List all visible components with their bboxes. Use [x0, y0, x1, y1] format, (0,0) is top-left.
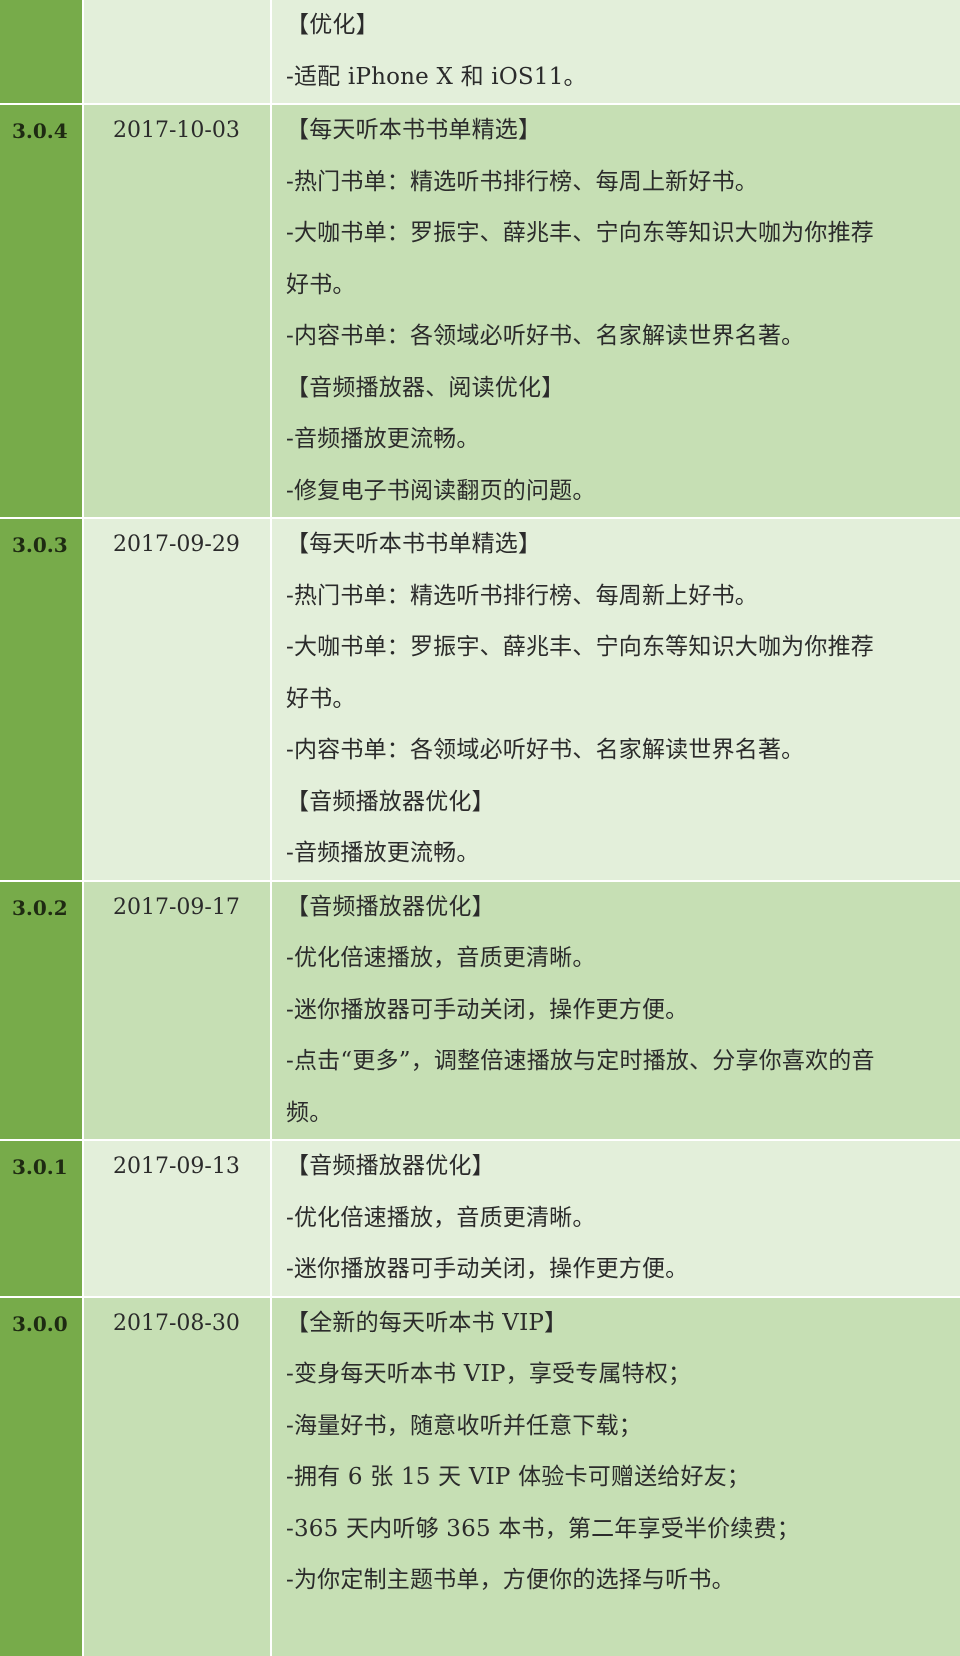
date-cell: 2017-09-13	[84, 1141, 272, 1296]
version-cell: 3.0.4	[0, 105, 84, 517]
note-line: -大咖书单：罗振宇、薛兆丰、宁向东等知识大咖为你推荐	[286, 634, 874, 660]
note-line: -点击“更多”，调整倍速播放与定时播放、分享你喜欢的音	[286, 1048, 875, 1074]
notes-cell: 【音频播放器优化】 -优化倍速播放，音质更清晰。 -迷你播放器可手动关闭，操作更方便…	[272, 881, 960, 1139]
changelog-row: 3.0.4 2017-10-03 【每天听本书书单精选】 -热门书单：精选听书排行榜、…	[0, 105, 960, 519]
version-cell: 3.0.2	[0, 881, 84, 1139]
note-line: -修复电子书阅读翻页的问题。	[286, 477, 596, 504]
version-cell: 3.0.3	[0, 519, 84, 880]
note-line: -优化倍速播放，音质更清晰。	[286, 1204, 596, 1231]
section-heading: 【优化】	[286, 12, 379, 38]
changelog-row: 3.0.2 2017-09-17 【音频播放器优化】 -优化倍速播放，音质更清晰。 -迷…	[0, 881, 960, 1141]
section-heading: 【音频播放器、阅读优化】	[286, 374, 565, 401]
section-heading: 【每天听本书书单精选】	[286, 531, 542, 557]
date-cell: 2017-09-29	[84, 519, 272, 880]
version-cell: 3.0.0	[0, 1297, 84, 1656]
note-line: -变身每天听本书 VIP，享受专属特权；	[286, 1361, 692, 1387]
note-line: -音频播放更流畅。	[286, 840, 480, 866]
note-line: -海量好书，随意收听并任意下载；	[286, 1412, 642, 1439]
note-line: -迷你播放器可手动关闭，操作更方便。	[286, 1256, 689, 1282]
version-cell: 3.0.1	[0, 1141, 84, 1296]
changelog-row: 3.0.3 2017-09-29 【每天听本书书单精选】 -热门书单：精选听书排行榜、…	[0, 519, 960, 882]
changelog-row: 3.0.1 2017-09-13 【音频播放器优化】 -优化倍速播放，音质更清晰。 -迷…	[0, 1141, 960, 1298]
section-heading: 【每天听本书书单精选】	[286, 117, 542, 143]
note-line: -拥有 6 张 15 天 VIP 体验卡可赠送给好友；	[286, 1464, 751, 1490]
date-cell: 2017-09-17	[84, 881, 272, 1139]
note-line: -音频播放更流畅。	[286, 426, 480, 452]
notes-cell: 【全新的每天听本书 VIP】 -变身每天听本书 VIP，享受专属特权； -海量好书，…	[272, 1297, 960, 1656]
notes-cell: 【优化】 -适配 iPhone X 和 iOS11。	[272, 0, 960, 103]
note-line: -热门书单：精选听书排行榜、每周新上好书。	[286, 582, 758, 609]
version-cell	[0, 0, 84, 103]
changelog-row: 【优化】 -适配 iPhone X 和 iOS11。	[0, 0, 960, 105]
note-line: 好书。	[286, 271, 356, 298]
date-cell	[84, 0, 272, 103]
note-line: 好书。	[286, 685, 356, 712]
note-line: -优化倍速播放，音质更清晰。	[286, 945, 596, 971]
section-heading: 【音频播放器优化】	[286, 788, 495, 815]
notes-cell: 【每天听本书书单精选】 -热门书单：精选听书排行榜、每周新上好书。 -大咖书单：罗振…	[272, 519, 960, 880]
changelog-table: 【优化】 -适配 iPhone X 和 iOS11。 3.0.4 2017-10-03…	[0, 0, 960, 1656]
changelog-row: 3.0.0 2017-08-30 【全新的每天听本书 VIP】 -变身每天听本书 VI…	[0, 1297, 960, 1656]
note-line: -适配 iPhone X 和 iOS11。	[286, 63, 587, 90]
note-line: -内容书单：各领域必听好书、名家解读世界名著。	[286, 737, 805, 763]
section-heading: 【音频播放器优化】	[286, 893, 495, 920]
note-line: -365 天内听够 365 本书，第二年享受半价续费；	[286, 1515, 800, 1542]
date-cell: 2017-10-03	[84, 105, 272, 517]
notes-cell: 【音频播放器优化】 -优化倍速播放，音质更清晰。 -迷你播放器可手动关闭，操作更方便…	[272, 1141, 960, 1296]
note-line: -内容书单：各领域必听好书、名家解读世界名著。	[286, 323, 805, 349]
note-line: -大咖书单：罗振宇、薛兆丰、宁向东等知识大咖为你推荐	[286, 220, 874, 246]
note-line: 频。	[286, 1099, 333, 1126]
notes-cell: 【每天听本书书单精选】 -热门书单：精选听书排行榜、每周上新好书。 -大咖书单：罗振…	[272, 105, 960, 517]
section-heading: 【全新的每天听本书 VIP】	[286, 1309, 568, 1336]
section-heading: 【音频播放器优化】	[286, 1153, 495, 1179]
note-line: -为你定制主题书单，方便你的选择与听书。	[286, 1567, 735, 1593]
note-line: -迷你播放器可手动关闭，操作更方便。	[286, 996, 689, 1023]
note-line: -热门书单：精选听书排行榜、每周上新好书。	[286, 168, 758, 195]
date-cell: 2017-08-30	[84, 1297, 272, 1656]
